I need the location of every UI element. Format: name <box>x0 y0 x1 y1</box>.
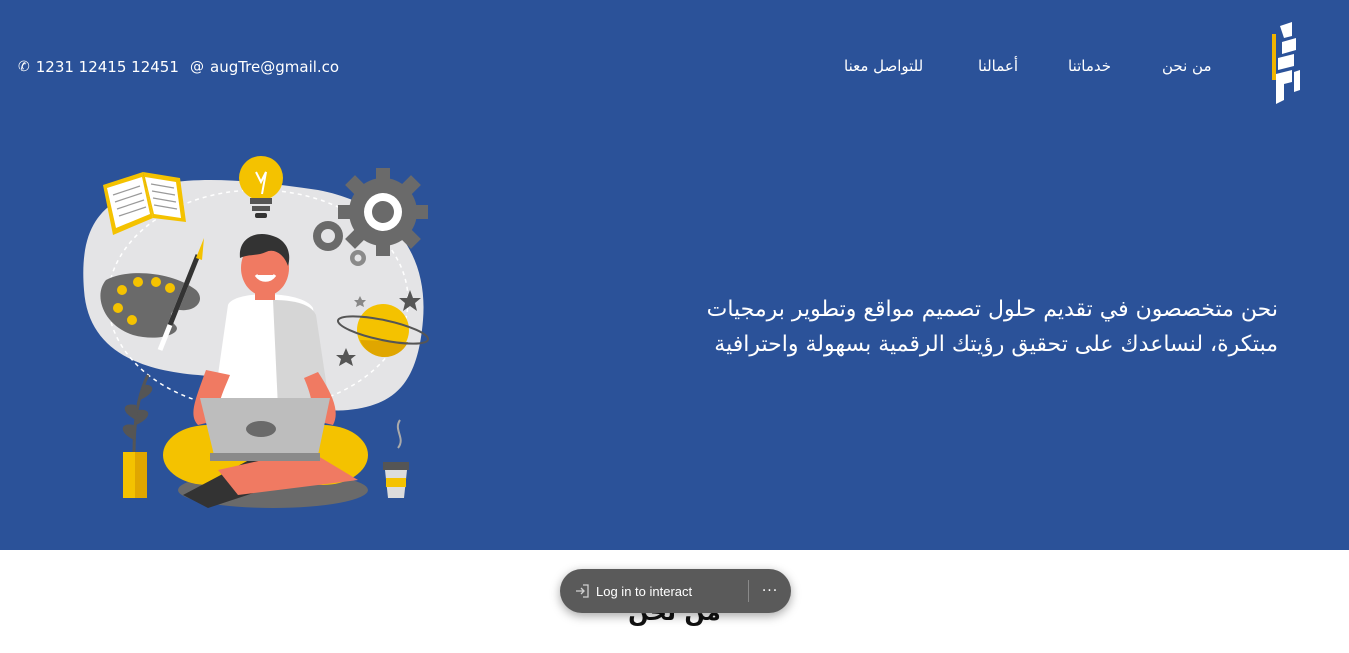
login-label: Log in to interact <box>596 583 693 599</box>
phone-icon: ✆ <box>18 59 30 75</box>
nav-link-about[interactable]: من نحن <box>1162 57 1212 75</box>
login-button[interactable]: Log in to interact <box>560 569 748 613</box>
login-overlay: Log in to interact ··· <box>560 569 791 613</box>
phone-contact[interactable]: ✆ 1231 12415 12451 <box>18 58 179 76</box>
email-contact[interactable]: @ augTre@gmail.co <box>190 58 339 76</box>
hero-section: من نحن خدماتنا أعمالنا للتواصل معنا @ au… <box>0 0 1349 550</box>
plant-icon <box>122 374 153 498</box>
hero-headline: نحن متخصصون في تقديم حلول تصميم مواقع وت… <box>706 297 1278 357</box>
nav-link-works[interactable]: أعمالنا <box>978 57 1018 75</box>
brand-logo[interactable] <box>1262 20 1306 108</box>
coffee-cup-icon <box>383 419 409 498</box>
developer-illustration <box>83 156 430 508</box>
email-text: augTre@gmail.co <box>210 58 340 76</box>
nav-link-services[interactable]: خدماتنا <box>1068 57 1111 75</box>
at-icon: @ <box>190 59 204 75</box>
more-options-button[interactable]: ··· <box>749 583 791 599</box>
phone-text: 1231 12415 12451 <box>35 58 179 76</box>
login-icon <box>576 584 589 598</box>
nav-link-contact[interactable]: للتواصل معنا <box>844 57 923 75</box>
